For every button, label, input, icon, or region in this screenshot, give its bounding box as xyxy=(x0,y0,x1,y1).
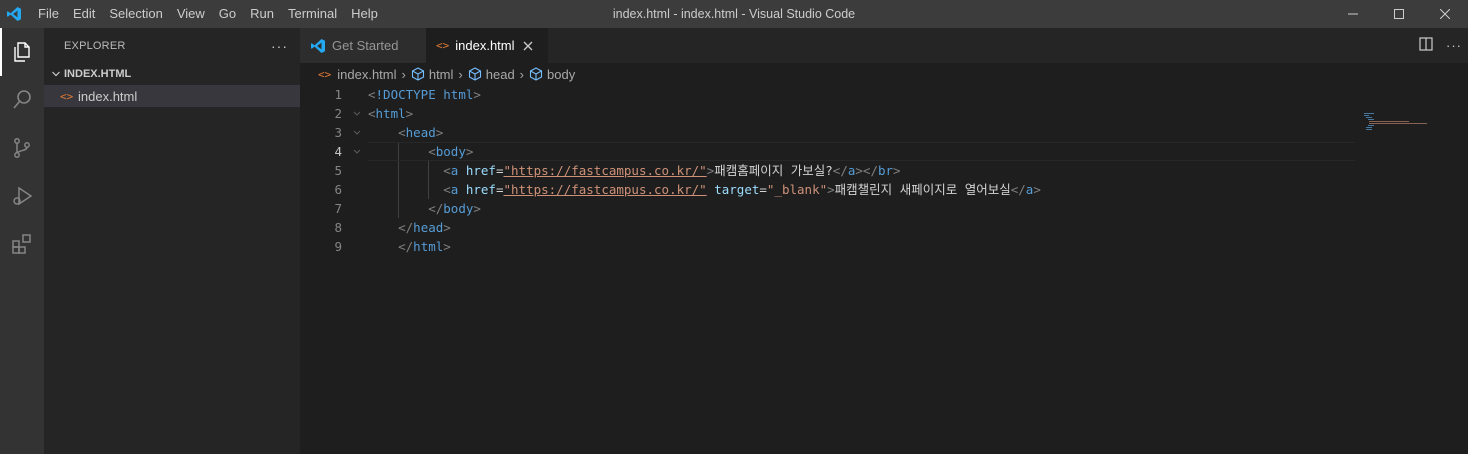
code-text: </body> xyxy=(428,201,481,216)
window-controls xyxy=(1330,0,1468,28)
code-line[interactable]: 6 <a href="https://fastcampus.co.kr/" ta… xyxy=(300,180,1468,199)
file-label: index.html xyxy=(78,88,138,104)
menu-file[interactable]: File xyxy=(28,0,66,28)
line-number: 8 xyxy=(334,220,342,235)
tab-get-started[interactable]: Get Started xyxy=(300,28,426,63)
menu-selection[interactable]: Selection xyxy=(102,0,169,28)
menu-help[interactable]: Help xyxy=(344,0,385,28)
html-file-icon: <> xyxy=(60,89,74,103)
tab-label: index.html xyxy=(455,38,515,53)
chevron-right-icon: › xyxy=(401,66,406,82)
code-text: </html> xyxy=(398,239,451,254)
explorer-title: EXPLORER xyxy=(64,39,126,52)
vscode-logo-icon xyxy=(0,0,28,28)
line-number: 6 xyxy=(334,182,342,197)
editor-area: Get Started <> index.html ··· <> index.h… xyxy=(300,28,1468,454)
chevron-right-icon: › xyxy=(458,66,463,82)
code-editor[interactable]: 1 <!DOCTYPE html> 2 <html> 3 <head> 4 <body> 5… xyxy=(300,85,1468,454)
split-editor-icon[interactable] xyxy=(1412,37,1440,54)
symbol-element-icon xyxy=(468,67,482,81)
tab-label: Get Started xyxy=(332,38,399,53)
breadcrumb-body[interactable]: body xyxy=(547,67,575,82)
menu-view[interactable]: View xyxy=(170,0,212,28)
menu-go[interactable]: Go xyxy=(212,0,243,28)
editor-actions: ··· xyxy=(1412,28,1468,63)
code-text: </head> xyxy=(398,220,451,235)
code-text: <html> xyxy=(368,106,414,121)
code-line[interactable]: 9 </html> xyxy=(300,237,1468,256)
breadcrumb: <> index.html › html › head › body xyxy=(300,63,1468,85)
breadcrumb-html[interactable]: html xyxy=(429,67,454,82)
line-number: 3 xyxy=(334,125,342,140)
html-file-icon: <> xyxy=(318,67,332,81)
menu-bar: File Edit Selection View Go Run Terminal… xyxy=(28,0,385,28)
explorer-icon[interactable] xyxy=(0,28,44,76)
html-file-icon: <> xyxy=(436,39,450,52)
code-text: <body> xyxy=(428,144,474,159)
symbol-element-icon xyxy=(411,67,425,81)
line-number: 7 xyxy=(334,201,342,216)
code-line[interactable]: 5 <a href="https://fastcampus.co.kr/">패캠… xyxy=(300,161,1468,180)
breadcrumb-file[interactable]: index.html xyxy=(337,67,396,82)
vscode-tab-icon xyxy=(310,38,326,54)
code-text: <!DOCTYPE html> xyxy=(368,87,481,102)
code-text: <head> xyxy=(398,125,444,140)
line-number: 9 xyxy=(334,239,342,254)
line-number: 4 xyxy=(334,144,342,159)
explorer-sidebar: EXPLORER ··· INDEX.HTML <> index.html xyxy=(44,28,300,454)
tab-bar: Get Started <> index.html ··· xyxy=(300,28,1468,63)
menu-run[interactable]: Run xyxy=(243,0,281,28)
breadcrumb-head[interactable]: head xyxy=(486,67,515,82)
chevron-right-icon: › xyxy=(519,66,525,82)
source-control-icon[interactable] xyxy=(0,124,44,172)
code-text: <a href="https://fastcampus.co.kr/">패캠홈페… xyxy=(443,163,901,178)
more-actions-icon[interactable]: ··· xyxy=(271,38,288,54)
more-actions-icon[interactable]: ··· xyxy=(1440,38,1468,53)
title-bar: File Edit Selection View Go Run Terminal… xyxy=(0,0,1468,28)
code-text: <a href="https://fastcampus.co.kr/" targ… xyxy=(443,182,1041,197)
extensions-icon[interactable] xyxy=(0,220,44,268)
symbol-element-icon xyxy=(529,67,543,81)
maximize-button[interactable] xyxy=(1376,0,1422,28)
menu-terminal[interactable]: Terminal xyxy=(281,0,344,28)
close-tab-icon[interactable] xyxy=(523,38,533,54)
code-line[interactable]: 8 </head> xyxy=(300,218,1468,237)
code-line[interactable]: 3 <head> xyxy=(300,123,1468,142)
activity-bar xyxy=(0,28,44,454)
file-index-html[interactable]: <> index.html xyxy=(44,85,300,107)
minimize-button[interactable] xyxy=(1330,0,1376,28)
line-number: 5 xyxy=(334,163,342,178)
code-line[interactable]: 4 <body> xyxy=(300,142,1468,161)
code-line[interactable]: 1 <!DOCTYPE html> xyxy=(300,85,1468,104)
line-number: 2 xyxy=(334,106,342,121)
minimap[interactable] xyxy=(1364,112,1454,132)
folder-label: INDEX.HTML xyxy=(64,68,132,80)
explorer-header: EXPLORER ··· xyxy=(44,28,300,63)
search-icon[interactable] xyxy=(0,76,44,124)
indent-guide xyxy=(398,142,400,161)
chevron-down-icon xyxy=(48,69,64,79)
tab-index-html[interactable]: <> index.html xyxy=(426,28,548,63)
close-window-button[interactable] xyxy=(1422,0,1468,28)
code-line[interactable]: 2 <html> xyxy=(300,104,1468,123)
line-number: 1 xyxy=(334,87,342,102)
run-debug-icon[interactable] xyxy=(0,172,44,220)
folder-index-html[interactable]: INDEX.HTML xyxy=(44,63,300,85)
menu-edit[interactable]: Edit xyxy=(66,0,102,28)
code-line[interactable]: 7 </body> xyxy=(300,199,1468,218)
